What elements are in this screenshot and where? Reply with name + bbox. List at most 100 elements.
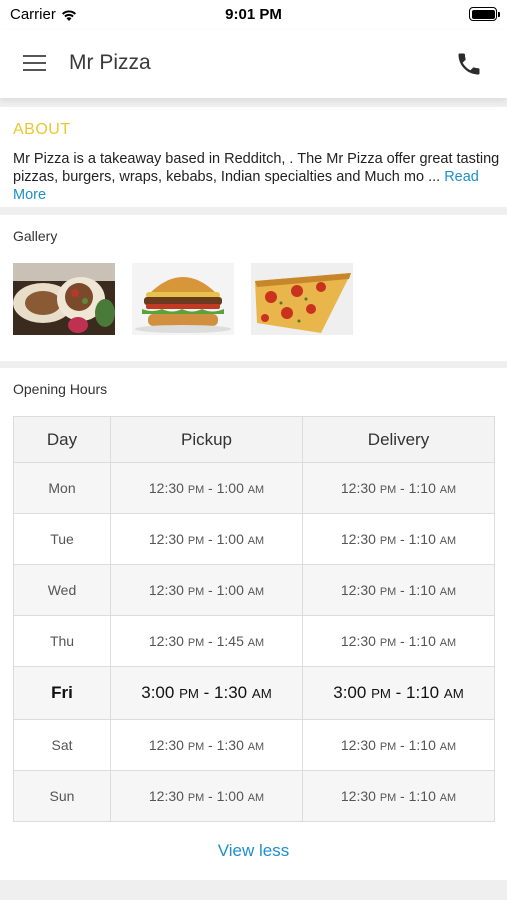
- navigation-bar: Mr Pizza: [0, 30, 507, 98]
- delivery-hours-cell: 12:30 PM - 1:10 AM: [302, 719, 495, 771]
- pickup-close-time: 1:45: [216, 633, 244, 649]
- delivery-open-time: 12:30: [340, 788, 376, 804]
- pickup-open-time: 12:30: [148, 788, 184, 804]
- delivery-hours-cell: 12:30 PM - 1:10 AM: [302, 770, 495, 822]
- opening-hours-card: Opening Hours Day Pickup Delivery Mon 12…: [0, 368, 507, 880]
- delivery-open-ampm: PM: [379, 792, 397, 804]
- gallery-card: Gallery: [0, 215, 507, 361]
- delivery-hours-cell: 12:30 PM - 1:10 AM: [302, 615, 495, 667]
- pickup-hours-cell: 12:30 PM - 1:00 AM: [110, 462, 303, 514]
- day-cell: Sat: [13, 719, 111, 771]
- delivery-open-ampm: PM: [371, 686, 391, 701]
- pickup-open-ampm: PM: [187, 637, 205, 649]
- status-time: 9:01 PM: [225, 6, 282, 23]
- pickup-hours-cell: 12:30 PM - 1:00 AM: [110, 770, 303, 822]
- view-less-link[interactable]: View less: [0, 841, 507, 861]
- delivery-open-ampm: PM: [379, 484, 397, 496]
- delivery-close-ampm: AM: [439, 484, 457, 496]
- delivery-hours-cell: 12:30 PM - 1:10 AM: [302, 462, 495, 514]
- gallery-image-wrap[interactable]: [13, 263, 115, 335]
- delivery-hours-cell: 12:30 PM - 1:10 AM: [302, 513, 495, 565]
- delivery-hours-cell: 12:30 PM - 1:10 AM: [302, 564, 495, 616]
- delivery-close-time: 1:10: [408, 737, 436, 753]
- gallery-heading: Gallery: [13, 228, 58, 244]
- delivery-close-ampm: AM: [439, 586, 457, 598]
- opening-hours-table: Day Pickup Delivery Mon 12:30 PM - 1:00 …: [13, 416, 495, 822]
- gallery-image-burger[interactable]: [132, 263, 234, 335]
- pickup-hours-cell: 12:30 PM - 1:00 AM: [110, 564, 303, 616]
- delivery-close-time: 1:10: [408, 531, 436, 547]
- pickup-close-time: 1:30: [214, 683, 248, 702]
- table-row: Tue 12:30 PM - 1:00 AM 12:30 PM - 1:10 A…: [13, 513, 495, 565]
- delivery-open-ampm: PM: [379, 586, 397, 598]
- delivery-close-time: 1:10: [408, 788, 436, 804]
- pickup-close-ampm: AM: [247, 535, 265, 547]
- pickup-close-ampm: AM: [247, 792, 265, 804]
- pickup-hours-cell: 12:30 PM - 1:45 AM: [110, 615, 303, 667]
- pickup-close-ampm: AM: [247, 741, 265, 753]
- pickup-hours-cell: 3:00 PM - 1:30 AM: [110, 666, 303, 720]
- table-row: Sun 12:30 PM - 1:00 AM 12:30 PM - 1:10 A…: [13, 770, 495, 822]
- pickup-open-time: 12:30: [148, 582, 184, 598]
- content-area[interactable]: ABOUT Mr Pizza is a takeaway based in Re…: [0, 98, 507, 900]
- delivery-open-time: 12:30: [340, 582, 376, 598]
- pickup-open-ampm: PM: [179, 686, 199, 701]
- delivery-close-ampm: AM: [439, 535, 457, 547]
- pickup-close-time: 1:00: [216, 531, 244, 547]
- delivery-hours-cell: 3:00 PM - 1:10 AM: [302, 666, 495, 720]
- pickup-open-ampm: PM: [187, 586, 205, 598]
- pickup-close-ampm: AM: [251, 686, 272, 701]
- pickup-open-time: 12:30: [148, 531, 184, 547]
- delivery-open-ampm: PM: [379, 535, 397, 547]
- pickup-close-ampm: AM: [247, 637, 265, 649]
- about-description: Mr Pizza is a takeaway based in Redditch…: [13, 150, 501, 204]
- delivery-close-ampm: AM: [439, 741, 457, 753]
- table-row: Sat 12:30 PM - 1:30 AM 12:30 PM - 1:10 A…: [13, 719, 495, 771]
- pickup-open-ampm: PM: [187, 792, 205, 804]
- delivery-close-time: 1:10: [408, 633, 436, 649]
- page-title: Mr Pizza: [69, 51, 151, 74]
- pickup-open-time: 3:00: [141, 683, 175, 702]
- day-cell: Mon: [13, 462, 111, 514]
- table-row-today: Fri 3:00 PM - 1:30 AM 3:00 PM - 1:10 AM: [13, 666, 495, 720]
- table-header-row: Day Pickup Delivery: [13, 416, 495, 463]
- table-row: Thu 12:30 PM - 1:45 AM 12:30 PM - 1:10 A…: [13, 615, 495, 667]
- delivery-close-time: 1:10: [406, 683, 440, 702]
- pickup-open-ampm: PM: [187, 741, 205, 753]
- delivery-open-ampm: PM: [379, 741, 397, 753]
- delivery-open-time: 12:30: [340, 480, 376, 496]
- table-row: Wed 12:30 PM - 1:00 AM 12:30 PM - 1:10 A…: [13, 564, 495, 616]
- delivery-close-time: 1:10: [408, 582, 436, 598]
- hamburger-menu-icon[interactable]: [20, 49, 50, 79]
- pickup-hours-cell: 12:30 PM - 1:30 AM: [110, 719, 303, 771]
- pickup-close-ampm: AM: [247, 586, 265, 598]
- delivery-close-ampm: AM: [439, 792, 457, 804]
- about-heading: ABOUT: [13, 121, 71, 138]
- delivery-open-ampm: PM: [379, 637, 397, 649]
- pickup-close-ampm: AM: [247, 484, 265, 496]
- pickup-open-ampm: PM: [187, 535, 205, 547]
- battery-icon: [469, 7, 500, 21]
- column-header-pickup: Pickup: [110, 416, 303, 463]
- gallery-image-pizza[interactable]: [251, 263, 353, 335]
- pickup-open-time: 12:30: [148, 633, 184, 649]
- day-cell: Wed: [13, 564, 111, 616]
- column-header-delivery: Delivery: [302, 416, 495, 463]
- day-cell: Fri: [13, 666, 111, 720]
- day-cell: Thu: [13, 615, 111, 667]
- delivery-close-ampm: AM: [439, 637, 457, 649]
- day-cell: Tue: [13, 513, 111, 565]
- pickup-close-time: 1:30: [216, 737, 244, 753]
- pickup-close-time: 1:00: [216, 788, 244, 804]
- delivery-close-ampm: AM: [443, 686, 464, 701]
- status-bar: Carrier 9:01 PM: [0, 0, 507, 30]
- phone-icon[interactable]: [455, 50, 483, 78]
- delivery-close-time: 1:10: [408, 480, 436, 496]
- table-row: Mon 12:30 PM - 1:00 AM 12:30 PM - 1:10 A…: [13, 462, 495, 514]
- pickup-open-ampm: PM: [187, 484, 205, 496]
- pickup-hours-cell: 12:30 PM - 1:00 AM: [110, 513, 303, 565]
- pickup-open-time: 12:30: [148, 737, 184, 753]
- about-text: Mr Pizza is a takeaway based in Redditch…: [13, 151, 500, 185]
- pickup-open-time: 12:30: [148, 480, 184, 496]
- pickup-close-time: 1:00: [216, 582, 244, 598]
